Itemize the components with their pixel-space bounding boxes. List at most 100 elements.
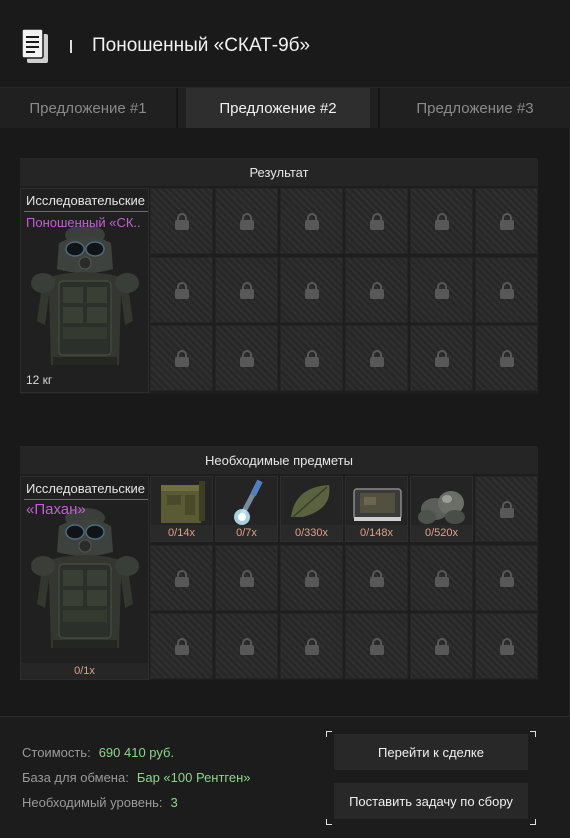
level-label: Необходимый уровень:: [22, 795, 163, 810]
window-header: Поношенный «СКАТ-9б»: [0, 0, 570, 88]
item-count: 0/7x: [216, 525, 277, 541]
required-item-card[interactable]: Исследовательские «Пахан» 0/1x: [20, 476, 149, 680]
lock-icon: [500, 213, 514, 230]
lock-icon: [500, 282, 514, 299]
cost-label: Стоимость:: [22, 745, 91, 760]
base-row: База для обмена: Бар «100 Рентген»: [22, 770, 251, 785]
locked-slot: [475, 545, 538, 611]
locked-slot: [475, 257, 538, 323]
locked-slot: [215, 613, 278, 679]
device-case-icon: [353, 488, 402, 521]
locked-slot: [280, 188, 343, 254]
lock-icon: [240, 282, 254, 299]
lock-icon: [370, 282, 384, 299]
lock-icon: [500, 570, 514, 587]
locked-slot: [150, 613, 213, 679]
lock-icon: [500, 350, 514, 367]
result-item-card[interactable]: Исследовательские Поношенный «СК.. 12 кг: [20, 188, 149, 393]
item-count: 0/14x: [151, 525, 212, 541]
go-to-deal-button[interactable]: Перейти к сделке: [334, 734, 528, 770]
base-value: Бар «100 Рентген»: [136, 770, 251, 785]
item-count: 0/148x: [346, 525, 407, 541]
tab-offer-2[interactable]: Предложение #2: [186, 88, 370, 128]
frame-corner: [326, 731, 332, 737]
lock-icon: [305, 213, 319, 230]
lock-icon: [370, 638, 384, 655]
cost-value: 690 410 руб.: [98, 745, 175, 760]
armor-suit-image: [31, 225, 139, 365]
result-heading: Результат: [20, 158, 538, 186]
trade-footer: Стоимость: 690 410 руб. База для обмена: Б…: [0, 716, 570, 838]
locked-slot: [345, 545, 408, 611]
lock-icon: [435, 638, 449, 655]
locked-slot: [215, 545, 278, 611]
required-item-slot[interactable]: 0/520x: [410, 476, 473, 542]
locked-slot: [280, 257, 343, 323]
frame-corner: [326, 819, 332, 825]
locked-slot: [280, 545, 343, 611]
lock-icon: [175, 213, 189, 230]
item-category: Исследовательские: [26, 193, 146, 208]
lock-icon: [240, 350, 254, 367]
locked-slot: [215, 325, 278, 391]
locked-slot: [475, 476, 538, 542]
locked-slot: [345, 257, 408, 323]
lock-icon: [500, 501, 514, 518]
leaf-icon: [291, 485, 330, 518]
frame-corner: [530, 819, 536, 825]
offer-tabs: Предложение #1 Предложение #2 Предложени…: [0, 88, 570, 128]
lock-icon: [240, 213, 254, 230]
lock-icon: [175, 350, 189, 367]
lock-icon: [305, 350, 319, 367]
required-heading: Необходимые предметы: [20, 446, 538, 474]
category-underline: [24, 211, 148, 212]
ore-pile-icon: [418, 491, 465, 524]
lock-icon: [435, 350, 449, 367]
required-section: Необходимые предметы Исследовательские «…: [20, 446, 538, 680]
required-item-slot[interactable]: 0/7x: [215, 476, 278, 542]
locked-slot: [410, 257, 473, 323]
document-icon: [21, 28, 48, 63]
item-name: Поношенный «СК..: [26, 215, 141, 230]
required-item-slot[interactable]: 0/330x: [280, 476, 343, 542]
page-title: Поношенный «СКАТ-9б»: [92, 35, 311, 56]
item-count: 0/330x: [281, 525, 342, 541]
lock-icon: [500, 638, 514, 655]
item-count: 0/520x: [411, 525, 472, 541]
locked-slot: [215, 257, 278, 323]
set-collection-task-button[interactable]: Поставить задачу по сбору: [334, 783, 528, 819]
lock-icon: [435, 570, 449, 587]
locked-slot: [150, 545, 213, 611]
locked-slot: [345, 325, 408, 391]
level-row: Необходимый уровень: 3: [22, 795, 178, 810]
locked-slot: [475, 325, 538, 391]
locked-slot: [150, 325, 213, 391]
lock-icon: [435, 282, 449, 299]
lock-icon: [175, 282, 189, 299]
item-count: 0/1x: [21, 663, 148, 679]
lock-icon: [370, 350, 384, 367]
item-category: Исследовательские: [26, 481, 146, 496]
lock-icon: [435, 213, 449, 230]
locked-slot: [280, 325, 343, 391]
locked-slot: [410, 613, 473, 679]
category-underline: [24, 499, 148, 500]
tab-offer-3[interactable]: Предложение #3: [380, 88, 570, 128]
item-name: «Пахан»: [26, 501, 86, 518]
tab-offer-1[interactable]: Предложение #1: [0, 88, 176, 128]
required-item-slot[interactable]: 0/14x: [150, 476, 213, 542]
lock-icon: [175, 638, 189, 655]
locked-slot: [280, 613, 343, 679]
locked-slot: [150, 188, 213, 254]
locked-slot: [475, 613, 538, 679]
required-item-slot[interactable]: 0/148x: [345, 476, 408, 542]
locked-slot: [150, 257, 213, 323]
lock-icon: [240, 570, 254, 587]
locked-slot: [410, 325, 473, 391]
syringe-icon: [234, 479, 263, 525]
lock-icon: [305, 570, 319, 587]
locked-slot: [345, 613, 408, 679]
lock-icon: [305, 282, 319, 299]
lock-icon: [240, 638, 254, 655]
result-section: Результат Исследовательские Поношенный «…: [20, 158, 538, 394]
